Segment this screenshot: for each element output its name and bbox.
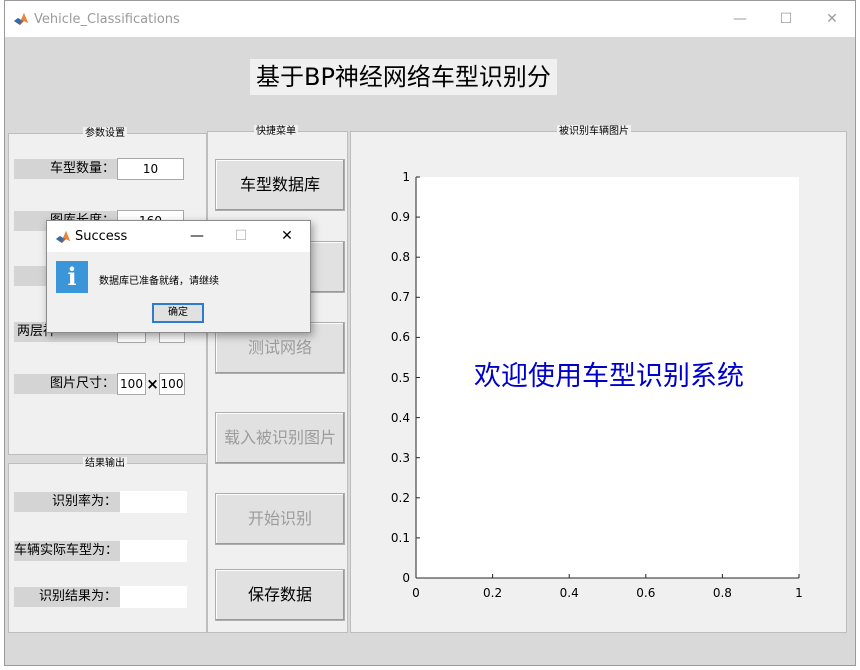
vehicle-database-button[interactable]: 车型数据库 xyxy=(215,159,345,211)
x-tick-label: 0.4 xyxy=(559,586,579,600)
image-height-input[interactable]: 100 xyxy=(159,373,185,395)
vehicle-count-input[interactable]: 10 xyxy=(117,158,184,180)
x-tick-label: 0.8 xyxy=(712,586,732,600)
start-recognition-button[interactable]: 开始识别 xyxy=(215,493,345,545)
actual-type-output xyxy=(120,540,187,562)
recognition-rate-output xyxy=(120,491,187,513)
actual-type-label: 车辆实际车型为： xyxy=(14,541,120,561)
recognition-result-label: 识别结果为： xyxy=(14,587,120,607)
image-size-label: 图片尺寸： xyxy=(14,374,118,394)
main-window: Vehicle_Classifications — ☐ ✕ 基于BP神经网络车型… xyxy=(4,0,856,666)
y-tick-label: 0.4 xyxy=(390,410,410,425)
recognition-result-output xyxy=(120,586,187,608)
welcome-text: 欢迎使用车型识别系统 xyxy=(474,361,744,392)
dialog-maximize-button[interactable]: ☐ xyxy=(219,221,263,252)
matlab-logo-icon xyxy=(14,13,28,25)
y-tick-label: 0 xyxy=(402,571,410,585)
x-tick-label: 0 xyxy=(412,586,420,600)
page-title: 基于BP神经网络车型识别分 xyxy=(250,59,557,95)
params-panel-title: 参数设置 xyxy=(83,127,127,140)
results-panel-title: 结果输出 xyxy=(83,457,127,470)
save-data-button[interactable]: 保存数据 xyxy=(215,569,345,621)
success-dialog: Success — ☐ ✕ i 数据库已准备就绪，请继续 确定 xyxy=(46,220,311,333)
x-tick-label: 0.2 xyxy=(483,586,503,600)
load-image-button[interactable]: 载入被识别图片 xyxy=(215,412,345,464)
y-tick-label: 0.9 xyxy=(390,210,410,225)
y-tick-label: 0.1 xyxy=(390,530,410,545)
title-bar[interactable]: Vehicle_Classifications — ☐ ✕ xyxy=(5,1,855,37)
y-tick-label: 0.5 xyxy=(390,370,410,385)
menu-panel: 快捷菜单 车型数据库 测试网络 载入被识别图片 开始识别 保存数据 xyxy=(207,125,348,633)
menu-panel-title: 快捷菜单 xyxy=(254,125,298,138)
info-icon-glyph: i xyxy=(67,262,77,291)
minimize-button[interactable]: — xyxy=(717,1,763,37)
ok-button[interactable]: 确定 xyxy=(152,303,204,323)
times-sign: × xyxy=(146,375,159,393)
image-panel: 被识别车辆图片 0 0.1 0.2 0.3 0.4 0.5 0.6 0.7 0.8 0.9 1 00… xyxy=(350,125,847,633)
y-tick-label: 0.2 xyxy=(390,490,410,505)
y-tick-label: 0.7 xyxy=(390,290,410,305)
image-width-input[interactable]: 100 xyxy=(117,373,146,395)
matlab-logo-icon xyxy=(56,231,70,243)
dialog-close-button[interactable]: ✕ xyxy=(265,221,309,252)
recognition-rate-label: 识别率为： xyxy=(14,492,120,512)
dialog-minimize-button[interactable]: — xyxy=(175,221,219,252)
vehicle-count-label: 车型数量： xyxy=(14,159,118,179)
y-tick-label: 0.6 xyxy=(390,330,410,345)
figure-content: 基于BP神经网络车型识别分 参数设置 车型数量： 10 图库长度： 160 训 … xyxy=(5,37,855,665)
close-button[interactable]: ✕ xyxy=(809,1,855,37)
dialog-title: Success xyxy=(75,229,128,244)
dialog-message: 数据库已准备就绪，请继续 xyxy=(99,276,219,287)
x-tick-label: 0.6 xyxy=(636,586,656,600)
y-tick-label: 1 xyxy=(402,170,410,184)
results-panel: 结果输出 识别率为： 车辆实际车型为： 识别结果为： xyxy=(8,457,207,633)
x-tick-label: 1 xyxy=(795,586,803,600)
dialog-title-bar[interactable]: Success — ☐ ✕ xyxy=(47,221,310,252)
y-tick-label: 0.8 xyxy=(390,250,410,265)
info-icon: i xyxy=(56,261,88,293)
y-tick-label: 0.3 xyxy=(390,450,410,465)
maximize-button[interactable]: ☐ xyxy=(763,1,809,37)
window-title: Vehicle_Classifications xyxy=(34,12,180,27)
